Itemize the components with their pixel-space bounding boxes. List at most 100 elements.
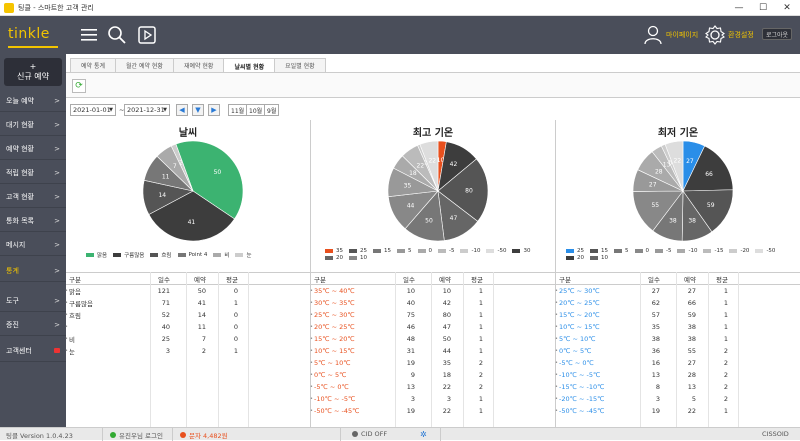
sidebar-item-waiting[interactable]: 대기 현황 > xyxy=(0,114,66,136)
sidebar-item-points[interactable]: 적립 현황 > xyxy=(0,162,66,184)
table-row[interactable]: 15℃ ~ 20℃ 57 59 1 • xyxy=(555,309,800,321)
end-date-input[interactable]: 2021-12-31 ▼ xyxy=(124,104,170,116)
cell-value: 3 xyxy=(655,395,660,403)
table-row[interactable]: -20℃ ~ -15℃ 3 5 2 • xyxy=(555,393,800,405)
pie-data-label: 28 xyxy=(655,169,663,176)
mypage-link[interactable]: 마이페이지 xyxy=(666,30,698,40)
table-row[interactable]: 25℃ ~ 30℃ 75 80 1 • xyxy=(310,309,555,321)
cell-value: 2 xyxy=(723,383,728,391)
legend-item: -50 xyxy=(755,248,775,254)
user-status: 유진우님 로그인 xyxy=(110,430,163,440)
play-icon[interactable] xyxy=(136,24,158,46)
sidebar-item-promotion[interactable]: 증진 > xyxy=(0,314,66,336)
table-row[interactable]: -10℃ ~ -5℃ 13 28 2 • xyxy=(555,369,800,381)
sidebar-item-tools[interactable]: 도구 > xyxy=(0,290,66,312)
table-row[interactable]: -15℃ ~ -10℃ 8 13 2 • xyxy=(555,381,800,393)
cell-value: 19 xyxy=(406,407,415,415)
sidebar-item-today[interactable]: 오늘 예약 > xyxy=(0,90,66,112)
table-row[interactable]: -5℃ ~ 0℃ 16 27 2 • xyxy=(555,357,800,369)
pie-data-label: 41 xyxy=(188,219,196,226)
minimize-button[interactable]: — xyxy=(728,0,750,16)
gear-icon[interactable] xyxy=(704,24,726,46)
row-label: 10℃ ~ 15℃ xyxy=(559,323,600,331)
tab-rebooking[interactable]: 재예약 현황 xyxy=(172,58,225,72)
table-row[interactable]: 10℃ ~ 15℃ 35 38 1 • xyxy=(555,321,800,333)
column-header: 구분 xyxy=(314,275,326,284)
table-row[interactable]: 5℃ ~ 10℃ 38 38 1 • xyxy=(555,333,800,345)
legend-item: Point 4 xyxy=(177,251,207,259)
table-row[interactable]: -5℃ ~ 0℃ 13 22 2 • xyxy=(310,381,555,393)
refresh-icon[interactable]: ⟳ xyxy=(72,79,86,93)
sidebar-item-customers[interactable]: 고객 현황 > xyxy=(0,186,66,208)
cell-value: 42 xyxy=(442,299,451,307)
divider xyxy=(340,428,341,441)
table-row[interactable]: 35℃ ~ 40℃ 10 10 1 • xyxy=(310,285,555,297)
sidebar-item-reservations[interactable]: 예약 현황 > xyxy=(0,138,66,160)
legend-item: 구름많음 xyxy=(113,251,144,259)
next-button[interactable]: ▶ xyxy=(208,104,220,116)
month-button-11[interactable]: 11월 xyxy=(228,104,248,116)
start-date-input[interactable]: 2021-01-01 ▼ xyxy=(70,104,116,116)
tab-monthly[interactable]: 월간 예약 현황 xyxy=(115,58,174,72)
tab-reservation-stats[interactable]: 예약 통계 xyxy=(70,58,116,72)
tab-weekday[interactable]: 요일별 현황 xyxy=(274,58,326,72)
table-row[interactable]: 흐림 52 14 0 • xyxy=(65,309,310,321)
legend-item: -5 xyxy=(438,248,454,254)
cell-value: 57 xyxy=(651,311,660,319)
table-row[interactable]: 20℃ ~ 25℃ 62 66 1 • xyxy=(555,297,800,309)
logout-button[interactable]: 로그아웃 xyxy=(762,28,792,40)
row-label: 흐림 xyxy=(69,312,81,320)
legend-item: 35 xyxy=(325,248,343,254)
table-row[interactable]: 30℃ ~ 35℃ 40 42 1 • xyxy=(310,297,555,309)
table-row[interactable]: 20℃ ~ 25℃ 46 47 1 • xyxy=(310,321,555,333)
sidebar-item-support[interactable]: 고객센터 xyxy=(0,340,66,362)
close-button[interactable]: ✕ xyxy=(776,0,798,16)
settings-link[interactable]: 환경설정 xyxy=(728,30,754,40)
menu-icon[interactable] xyxy=(78,24,100,46)
bullet-icon: • xyxy=(310,372,313,378)
new-reservation-button[interactable]: + 신규 예약 xyxy=(4,58,62,86)
legend-item: 0 xyxy=(634,248,649,254)
sidebar-item-statistics[interactable]: 통계 > xyxy=(0,260,66,282)
gear-icon[interactable]: ✲ xyxy=(420,430,427,439)
cid-status[interactable]: CID OFF xyxy=(352,430,387,438)
column-header: 평균 xyxy=(716,275,728,284)
row-label: 25℃ ~ 30℃ xyxy=(559,287,600,295)
sidebar-item-calls[interactable]: 통화 목록 > xyxy=(0,210,66,232)
month-button-10[interactable]: 10월 xyxy=(246,104,266,116)
bullet-icon: • xyxy=(555,360,558,366)
table-row[interactable]: -10℃ ~ -5℃ 3 3 1 • xyxy=(310,393,555,405)
prev-button[interactable]: ◀ xyxy=(176,104,188,116)
sidebar-item-messages[interactable]: 메시지 > xyxy=(0,234,66,256)
tab-weather[interactable]: 날씨별 현황 xyxy=(223,58,276,73)
table-row[interactable]: 10℃ ~ 15℃ 31 44 1 • xyxy=(310,345,555,357)
table-row[interactable]: 0℃ ~ 5℃ 9 18 2 • xyxy=(310,369,555,381)
legend-swatch xyxy=(566,256,574,260)
table-row[interactable]: 40 11 0 • xyxy=(65,321,310,333)
table-row[interactable]: 비 25 7 0 • xyxy=(65,333,310,345)
search-icon[interactable] xyxy=(106,24,128,46)
column-divider xyxy=(676,272,677,427)
cell-value: 1 xyxy=(478,311,483,319)
table-row[interactable]: -50℃ ~ -45℃ 19 22 1 • xyxy=(310,405,555,417)
bullet-icon: • xyxy=(555,324,558,330)
maximize-button[interactable]: ☐ xyxy=(752,0,774,16)
table-row[interactable]: 눈 3 2 1 • xyxy=(65,345,310,357)
row-label: 구름많음 xyxy=(69,300,93,308)
table-row[interactable]: -50℃ ~ -45℃ 19 22 1 • xyxy=(555,405,800,417)
sms-balance[interactable]: 문자 4,482원 xyxy=(180,430,228,440)
table-row[interactable]: 맑음 121 50 0 • xyxy=(65,285,310,297)
cell-value: 48 xyxy=(406,335,415,343)
cell-value: 5 xyxy=(691,395,696,403)
table-row[interactable]: 5℃ ~ 10℃ 19 35 2 • xyxy=(310,357,555,369)
dropdown-button[interactable]: ▼ xyxy=(192,104,204,116)
table-row[interactable]: 25℃ ~ 30℃ 27 27 1 • xyxy=(555,285,800,297)
table-row[interactable]: 15℃ ~ 20℃ 48 50 1 • xyxy=(310,333,555,345)
column-divider xyxy=(395,272,396,427)
table-row[interactable]: 구름많음 71 41 1 • xyxy=(65,297,310,309)
pie-data-label: 47 xyxy=(450,215,458,222)
table-row[interactable]: 0℃ ~ 5℃ 36 55 2 • xyxy=(555,345,800,357)
month-button-9[interactable]: 9월 xyxy=(264,104,280,116)
pie-data-label: 42 xyxy=(450,161,458,168)
user-icon[interactable] xyxy=(642,24,664,46)
